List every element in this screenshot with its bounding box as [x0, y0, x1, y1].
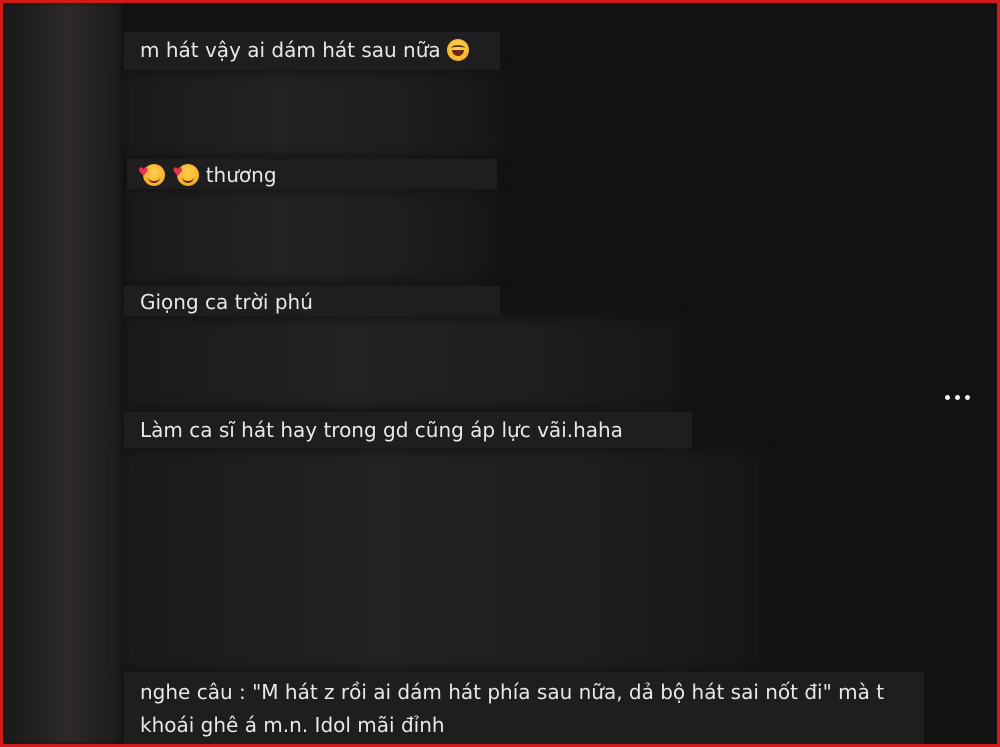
smiling-face-with-hearts-icon — [172, 157, 200, 188]
blurred-region — [122, 450, 762, 670]
comment-1: m hát vậy ai dám hát sau nữa — [124, 32, 500, 70]
smiling-face-with-hearts-icon — [138, 157, 165, 188]
blurred-region — [124, 318, 684, 408]
comment-3: Giọng ca trời phú — [124, 286, 500, 316]
more-horizontal-icon-dot — [954, 394, 960, 400]
more-horizontal-icon-dot — [964, 394, 970, 400]
more-horizontal-icon — [944, 394, 950, 400]
comment-text: thương — [205, 163, 277, 187]
comment-text: Làm ca sĩ hát hay trong gd cũng áp lực v… — [140, 418, 623, 442]
comment-text: nghe câu : "M hát z rồi ai dám hát phía … — [140, 680, 885, 737]
comment-text: m hát vậy ai dám hát sau nữa — [140, 38, 441, 62]
comment-text: Giọng ca trời phú — [140, 290, 313, 314]
comment-5: nghe câu : "M hát z rồi ai dám hát phía … — [124, 672, 924, 744]
comment-2: thương — [127, 157, 497, 189]
blurred-region — [127, 190, 497, 282]
comment-4: Làm ca sĩ hát hay trong gd cũng áp lực v… — [124, 412, 692, 448]
blurred-region — [124, 72, 504, 156]
face-with-tears-of-joy-icon — [447, 39, 470, 61]
blurred-avatar-column — [3, 3, 121, 744]
more-options-button[interactable] — [936, 385, 978, 409]
